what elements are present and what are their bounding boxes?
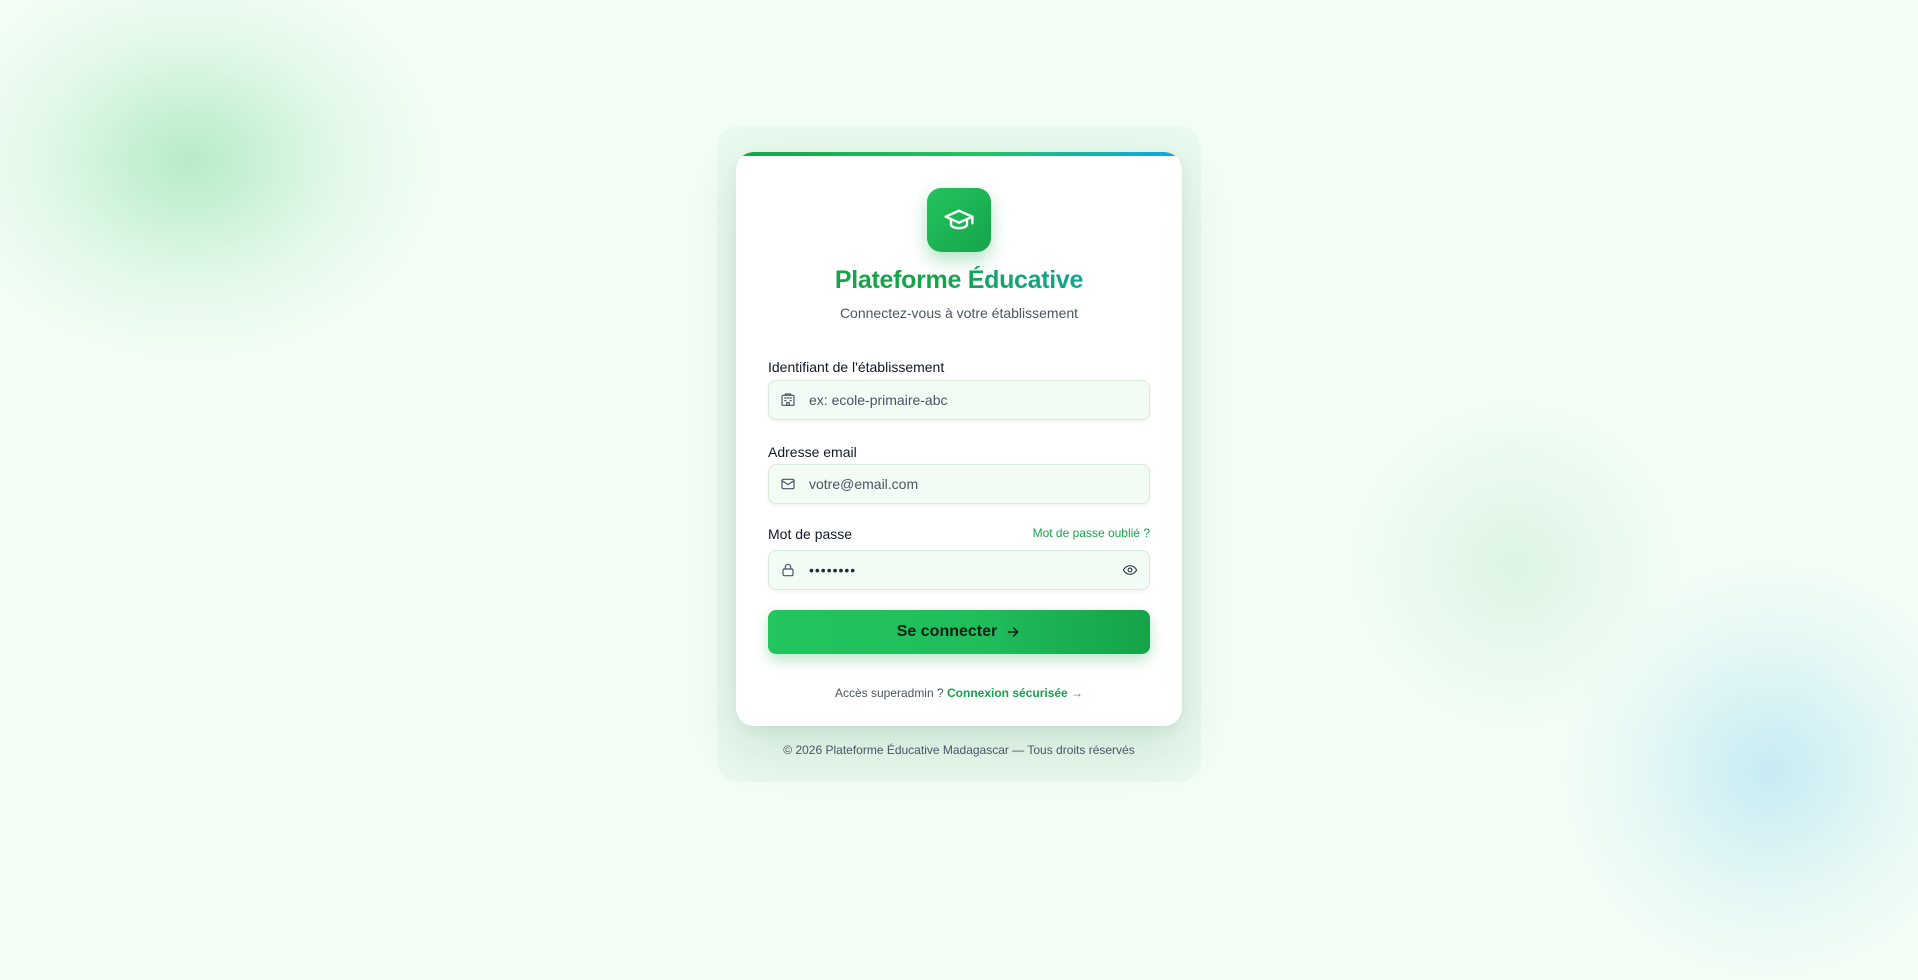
password-label: Mot de passe: [768, 526, 853, 542]
password-field: [768, 550, 1150, 590]
arrow-right-icon: [1007, 627, 1019, 637]
mail-icon: [781, 478, 795, 490]
email-label: Adresse email: [768, 444, 857, 460]
secure-login-link[interactable]: Connexion sécurisée →: [947, 686, 1083, 700]
login-button-label: Se connecter: [896, 623, 998, 640]
page-subtitle: Connectez-vous à votre établissement: [839, 305, 1079, 321]
email-field: [768, 464, 1150, 504]
app-logo: [927, 188, 991, 252]
eye-icon[interactable]: [1122, 562, 1138, 578]
page-title: Plateforme Éducative: [736, 266, 1182, 295]
institution-id-label: Identifiant de l'établissement: [768, 359, 945, 375]
card-accent-bar: [736, 152, 1182, 156]
background-glow-blue: [1560, 560, 1918, 980]
forgot-password-link[interactable]: Mot de passe oublié ?: [1033, 526, 1150, 540]
background-glow-mint: [1350, 400, 1680, 730]
building-icon: [781, 393, 795, 406]
graduation-cap-icon: [944, 209, 974, 230]
footer-copyright: © 2026 Plateforme Éducative Madagascar —…: [783, 743, 1135, 757]
email-input[interactable]: [809, 465, 1129, 502]
lock-icon: [782, 563, 794, 577]
institution-id-field: [768, 380, 1150, 420]
login-button[interactable]: Se connecter: [768, 610, 1150, 654]
password-input[interactable]: [809, 551, 1109, 588]
superadmin-access: Accès superadmin ? Connexion sécurisée →: [736, 686, 1182, 700]
institution-id-input[interactable]: [809, 381, 1129, 418]
superadmin-prompt: Accès superadmin ?: [834, 686, 944, 700]
background-glow-green: [0, 0, 440, 360]
login-card: Plateforme Éducative Connectez-vous à vo…: [736, 152, 1182, 726]
